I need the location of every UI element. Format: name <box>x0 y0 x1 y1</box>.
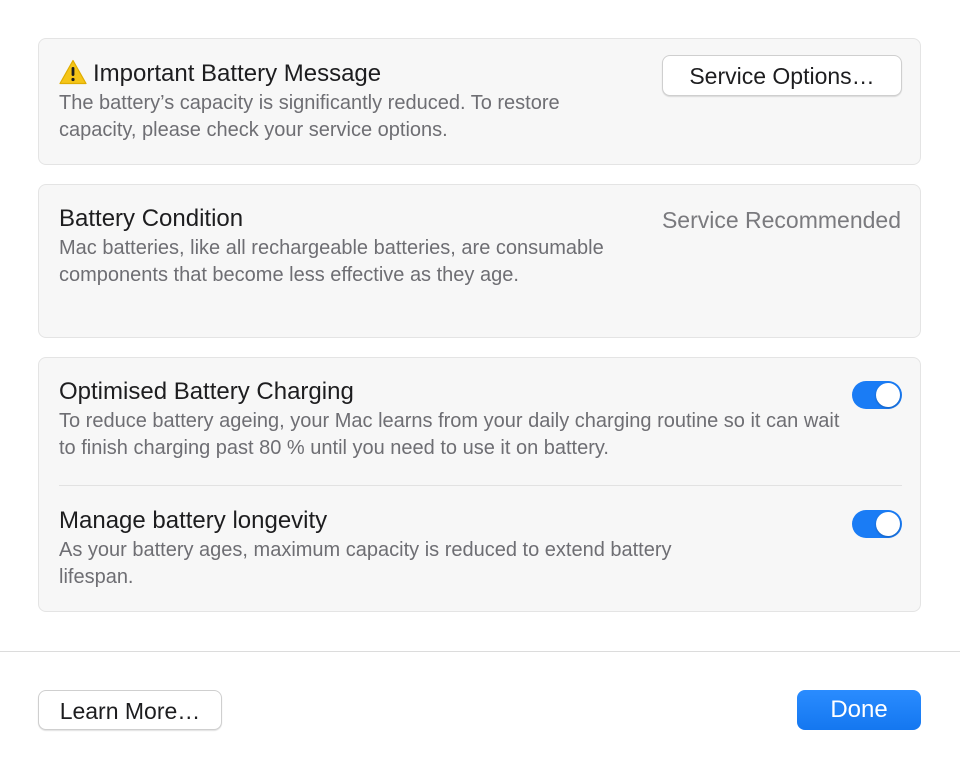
important-message-text: Important Battery Message The battery’s … <box>59 59 640 144</box>
toggle-knob <box>876 512 900 536</box>
important-message-card: Important Battery Message The battery’s … <box>38 38 921 165</box>
toggle-knob <box>876 383 900 407</box>
battery-condition-status: Service Recommended <box>661 207 901 233</box>
optimised-charging-description: To reduce battery ageing, your Mac learn… <box>59 410 840 459</box>
important-message-title: Important Battery Message <box>93 60 382 87</box>
battery-condition-description: Mac batteries, like all rechargeable bat… <box>59 237 604 286</box>
settings-divider <box>59 485 902 486</box>
important-message-description: The battery’s capacity is significantly … <box>59 92 560 141</box>
optimised-charging-title: Optimised Battery Charging <box>59 378 354 405</box>
done-button[interactable]: Done <box>797 690 921 730</box>
battery-condition-title: Battery Condition <box>59 205 244 232</box>
battery-longevity-toggle[interactable] <box>852 510 902 538</box>
optimised-charging-text: Optimised Battery Charging To reduce bat… <box>59 378 840 462</box>
warning-triangle-icon <box>59 59 87 85</box>
learn-more-button[interactable]: Learn More… <box>38 690 222 730</box>
battery-longevity-description: As your battery ages, maximum capacity i… <box>59 539 672 588</box>
footer-divider <box>0 651 960 652</box>
battery-longevity-title: Manage battery longevity <box>59 507 328 534</box>
battery-longevity-text: Manage battery longevity As your battery… <box>59 507 720 591</box>
important-message-title-row: Important Battery Message <box>59 59 640 88</box>
charging-settings-card: Optimised Battery Charging To reduce bat… <box>38 357 921 612</box>
optimised-charging-toggle[interactable] <box>852 381 902 409</box>
service-options-button[interactable]: Service Options… <box>662 55 902 96</box>
battery-condition-text: Battery Condition Mac batteries, like al… <box>59 205 620 289</box>
battery-condition-card: Battery Condition Mac batteries, like al… <box>38 184 921 338</box>
battery-dialog: Important Battery Message The battery’s … <box>0 0 960 768</box>
